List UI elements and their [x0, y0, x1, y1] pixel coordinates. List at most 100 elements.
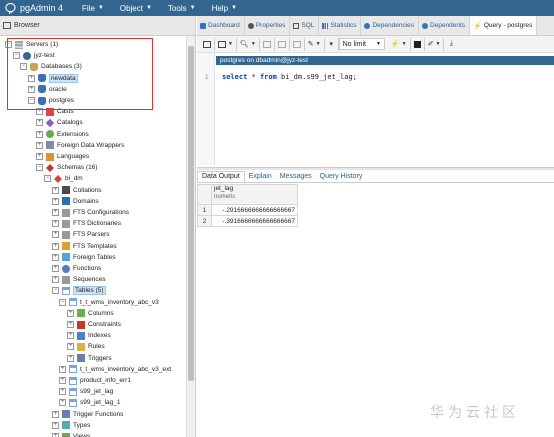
- tree-table-s99-jet-lag[interactable]: + s99_jet_lag: [59, 386, 113, 397]
- expand-icon[interactable]: +: [52, 276, 59, 284]
- expand-icon[interactable]: +: [67, 321, 74, 328]
- tree-fts-templates[interactable]: + FTS Templates: [52, 241, 117, 252]
- expand-icon[interactable]: +: [36, 153, 43, 160]
- scrollbar-thumb[interactable]: [188, 46, 194, 381]
- expand-icon[interactable]: +: [52, 220, 59, 228]
- tree-trigger-functions[interactable]: + Trigger Functions: [52, 409, 123, 420]
- tree-constraints[interactable]: + Constraints: [67, 319, 121, 330]
- expand-icon[interactable]: +: [36, 119, 43, 127]
- editor-results-splitter[interactable]: [197, 167, 554, 170]
- tree-functions[interactable]: + Functions: [52, 263, 101, 274]
- tree-sequences[interactable]: + Sequences: [52, 274, 106, 285]
- tree-triggers[interactable]: + Triggers: [67, 353, 112, 364]
- tree-table-product-info-err1[interactable]: + product_info_err1: [59, 375, 131, 386]
- tree-schema-bi-dm[interactable]: − bi_dm: [44, 173, 83, 184]
- menu-tools[interactable]: Tools ▼: [168, 4, 196, 13]
- tab-dependencies[interactable]: Dependencies: [361, 16, 420, 35]
- table-cell[interactable]: -.3916666666666666667: [211, 215, 298, 227]
- tab-query-history[interactable]: Query History: [316, 171, 367, 182]
- collapse-icon[interactable]: −: [36, 164, 43, 172]
- sql-code[interactable]: select * from bi_dm.s99_jet_lag;: [222, 73, 357, 81]
- expand-icon[interactable]: +: [67, 343, 74, 351]
- download-button[interactable]: ⤓: [444, 38, 458, 51]
- expand-icon[interactable]: +: [59, 388, 66, 396]
- tree-extensions[interactable]: + Extensions: [36, 129, 89, 140]
- tree-catalogs[interactable]: + Catalogs: [36, 117, 83, 128]
- tab-sql[interactable]: SQL: [290, 16, 320, 35]
- menu-help[interactable]: Help ▼: [212, 4, 237, 13]
- expand-icon[interactable]: +: [52, 209, 59, 216]
- tree-columns[interactable]: + Columns: [67, 308, 114, 319]
- tab-statistics[interactable]: Statistics: [319, 16, 362, 35]
- expand-icon[interactable]: +: [52, 253, 59, 261]
- expand-icon[interactable]: +: [67, 309, 74, 317]
- row-limit-select[interactable]: No limit ▼: [338, 38, 385, 50]
- tab-dashboard[interactable]: Dashboard: [197, 16, 245, 35]
- tab-messages[interactable]: Messages: [276, 171, 316, 182]
- expand-icon[interactable]: +: [67, 354, 74, 362]
- expand-icon[interactable]: +: [59, 377, 66, 384]
- menu-object[interactable]: Object ▼: [120, 4, 152, 13]
- tree-rules[interactable]: + Rules: [67, 341, 105, 352]
- tree-table-inventory-v3-ext[interactable]: + t_t_wms_inventory_abc_v3_ext: [59, 364, 171, 375]
- find-button[interactable]: 🔍︎ ▼: [237, 37, 260, 51]
- tree-foreign-tables[interactable]: + Foreign Tables: [52, 252, 116, 263]
- expand-icon[interactable]: +: [52, 421, 59, 429]
- collapse-icon[interactable]: −: [44, 175, 51, 183]
- expand-icon[interactable]: +: [59, 399, 66, 407]
- tab-query-postgres[interactable]: ⚡ Query - postgres: [470, 16, 538, 35]
- expand-icon[interactable]: +: [36, 141, 43, 149]
- tree-table-s99-jet-lag-1[interactable]: + s99_jet_lag_1: [59, 397, 120, 408]
- menu-file[interactable]: File ▼: [82, 4, 104, 13]
- expand-icon[interactable]: +: [52, 265, 59, 272]
- edit-button[interactable]: ✎ ▼: [305, 37, 325, 51]
- results-tabs: Data Output Explain Messages Query Histo…: [197, 171, 554, 183]
- open-file-button[interactable]: [200, 37, 215, 51]
- column-header-jet-lag[interactable]: jet_lag numeric: [211, 184, 298, 205]
- tree-domains[interactable]: + Domains: [52, 196, 99, 207]
- expand-icon[interactable]: +: [52, 197, 59, 205]
- expand-icon[interactable]: +: [36, 130, 43, 138]
- tree-schemas[interactable]: − Schemas (16): [36, 162, 97, 173]
- table-row[interactable]: 2 -.3916666666666666667: [197, 215, 298, 227]
- stop-button[interactable]: [411, 37, 425, 51]
- tab-data-output[interactable]: Data Output: [197, 171, 245, 182]
- copy-icon: [262, 40, 271, 48]
- tree-fts-parsers[interactable]: + FTS Parsers: [52, 229, 109, 240]
- tab-properties[interactable]: Properties: [245, 16, 291, 35]
- copy-button[interactable]: [260, 37, 275, 51]
- expand-icon[interactable]: +: [52, 433, 59, 437]
- sql-editor[interactable]: postgres on dbadmin@jyz-test 1 select * …: [197, 53, 554, 165]
- clear-button[interactable]: ✐ ▼: [425, 37, 445, 51]
- expand-icon[interactable]: +: [52, 242, 59, 250]
- table-row[interactable]: 1 -.2916666666666666667: [197, 204, 298, 216]
- tab-explain[interactable]: Explain: [245, 171, 276, 182]
- tree-collations[interactable]: + Collations: [52, 185, 102, 196]
- expand-icon[interactable]: +: [59, 365, 66, 373]
- table-cell[interactable]: -.2916666666666666667: [211, 204, 298, 216]
- tree-fts-configurations[interactable]: + FTS Configurations: [52, 207, 129, 218]
- expand-icon[interactable]: +: [67, 332, 74, 340]
- tree-node-label: Types: [73, 421, 91, 429]
- schema-icon: [54, 174, 62, 183]
- collapse-icon[interactable]: −: [59, 298, 66, 306]
- tab-dependents[interactable]: Dependents: [419, 16, 471, 35]
- delete-button[interactable]: [290, 37, 305, 51]
- tree-types[interactable]: + Types: [52, 420, 90, 431]
- browser-scrollbar[interactable]: [186, 36, 195, 437]
- tree-views[interactable]: + Views: [52, 431, 90, 437]
- expand-icon[interactable]: +: [52, 186, 59, 194]
- execute-button[interactable]: ⚡ ▼: [388, 37, 411, 51]
- save-button[interactable]: ▼: [215, 37, 237, 51]
- tree-tables[interactable]: − Tables (5): [52, 285, 106, 296]
- tree-languages[interactable]: + Languages: [36, 151, 89, 162]
- tree-fdw[interactable]: + Foreign Data Wrappers: [36, 140, 124, 151]
- expand-icon[interactable]: +: [52, 231, 59, 239]
- filter-button[interactable]: ▾: [325, 37, 339, 51]
- tree-indexes[interactable]: + Indexes: [67, 330, 111, 341]
- tree-table-inventory-v3[interactable]: − t_t_wms_inventory_abc_v3: [59, 297, 159, 308]
- tree-fts-dictionaries[interactable]: + FTS Dictionaries: [52, 218, 121, 229]
- collapse-icon[interactable]: −: [52, 287, 59, 295]
- expand-icon[interactable]: +: [52, 410, 59, 418]
- paste-button[interactable]: [275, 37, 290, 51]
